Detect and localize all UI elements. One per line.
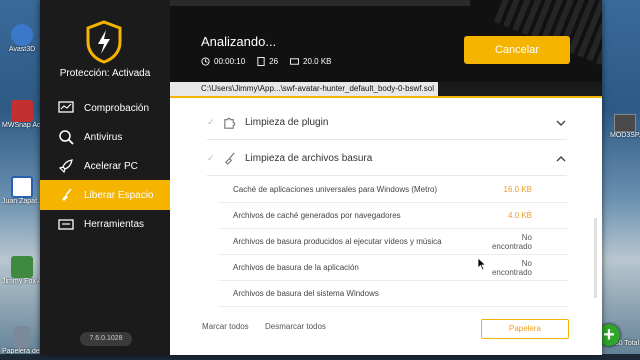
storage-icon <box>290 58 300 65</box>
version-badge: 7.6.0.1028 <box>80 332 132 346</box>
scan-header: Analizando... 00:00:10 26 20.0 KB Cancel… <box>170 0 602 98</box>
item-value: 4.0 KB <box>507 211 532 220</box>
desktop-icon-label: MOD3SP... <box>610 132 640 139</box>
sidebar-item-label: Comprobación <box>84 102 150 114</box>
desktop-icon-word-doc[interactable]: Juan Zapat... <box>2 176 42 206</box>
desktop-icon-label: MWSnap Acceso dir... <box>2 122 42 129</box>
file-count: 26 <box>257 57 278 66</box>
item-value: No encontrado <box>491 258 532 277</box>
recycle-bin-icon <box>14 326 30 348</box>
mouse-cursor-icon <box>477 257 487 271</box>
elapsed-time-value: 00:00:10 <box>214 57 246 66</box>
user-shortcut-icon <box>11 256 33 278</box>
monitor-chart-icon <box>56 98 76 118</box>
search-icon <box>56 127 76 147</box>
desktop-icon-avast3d[interactable]: Avast3D <box>2 24 42 54</box>
item-label: Archivos de basura de la aplicación <box>233 263 359 272</box>
sidebar-item-antivirus[interactable]: Antivirus <box>40 122 170 152</box>
toolbox-icon <box>56 214 76 234</box>
scan-title: Analizando... <box>201 34 277 49</box>
app-window: Protección: Activada Comprobación Antivi… <box>40 0 602 355</box>
sidebar-item-label: Liberar Espacio <box>84 189 154 201</box>
chevron-down-icon[interactable] <box>555 117 567 129</box>
list-item[interactable]: Archivos de basura del sistema Windows <box>218 281 568 307</box>
total-size: 20.0 KB <box>290 57 332 66</box>
elapsed-time: 00:00:10 <box>201 57 245 66</box>
checkmark-icon[interactable]: ✓ <box>207 153 221 164</box>
desktop-icon-jimmyfox[interactable]: Jimmy Fox Acceso dir... <box>2 256 42 286</box>
results-panel: ✓ Limpieza de plugin ✓ Limpieza de archi… <box>170 98 602 355</box>
item-label: Caché de aplicaciones universales para W… <box>233 185 438 194</box>
header-top-strip <box>170 0 470 6</box>
file-icon <box>257 57 265 66</box>
puzzle-icon <box>221 115 237 131</box>
word-document-icon <box>11 176 33 198</box>
scan-stats: 00:00:10 26 20.0 KB <box>201 57 344 66</box>
desktop-icon-label: Juan Zapat... <box>2 198 42 205</box>
broom-icon <box>56 185 76 205</box>
list-item[interactable]: Archivos de basura de la aplicación No e… <box>218 255 568 281</box>
section-plugin-cleanup[interactable]: ✓ Limpieza de plugin <box>207 106 567 140</box>
recycle-bin-button[interactable]: Papelera <box>481 319 569 339</box>
section-title: Limpieza de plugin <box>245 117 329 128</box>
sidebar: Protección: Activada Comprobación Antivi… <box>40 0 170 355</box>
desktop-icon-label: Avast3D <box>8 46 36 53</box>
list-item[interactable]: Archivos de basura producidos al ejecuta… <box>218 229 568 255</box>
list-item[interactable]: Archivos de caché generados por navegado… <box>218 203 568 229</box>
broom-icon <box>221 151 237 167</box>
desktop-icon-recycle-bin[interactable]: Papelera de reciclaje <box>2 326 42 356</box>
sidebar-item-herramientas[interactable]: Herramientas <box>40 209 170 239</box>
item-label: Archivos de basura producidos al ejecuta… <box>233 237 442 246</box>
avast3d-icon <box>11 24 33 46</box>
camera-icon <box>11 100 33 122</box>
shield-bolt-icon <box>86 20 122 64</box>
select-all-link[interactable]: Marcar todos <box>202 322 249 331</box>
sidebar-item-label: Herramientas <box>84 218 145 230</box>
section-title: Limpieza de archivos basura <box>245 153 373 164</box>
scrollbar[interactable] <box>594 218 597 298</box>
sidebar-item-liberar-espacio[interactable]: Liberar Espacio <box>40 180 170 210</box>
checkmark-icon[interactable]: ✓ <box>207 117 221 128</box>
protection-status: Protección: Activada <box>59 68 151 79</box>
sidebar-item-acelerar-pc[interactable]: Acelerar PC <box>40 151 170 181</box>
item-value: 16.0 KB <box>503 185 532 194</box>
sidebar-item-label: Acelerar PC <box>84 160 138 172</box>
sidebar-item-comprobacion[interactable]: Comprobación <box>40 93 170 123</box>
folder-icon <box>614 114 636 132</box>
section-junk-files-cleanup[interactable]: ✓ Limpieza de archivos basura <box>207 142 567 176</box>
item-label: Archivos de caché generados por navegado… <box>233 211 401 220</box>
chevron-up-icon[interactable] <box>555 153 567 165</box>
desktop-icon-mwsnap[interactable]: MWSnap Acceso dir... <box>2 100 42 130</box>
item-label: Archivos de basura del sistema Windows <box>233 289 379 298</box>
desktop-icon-mod3sp[interactable]: MOD3SP... <box>610 114 640 139</box>
main-panel: Analizando... 00:00:10 26 20.0 KB Cancel… <box>170 0 602 355</box>
list-item[interactable]: Caché de aplicaciones universales para W… <box>218 177 568 203</box>
sidebar-nav: Comprobación Antivirus Acelerar PC Liber… <box>40 93 170 238</box>
deselect-all-link[interactable]: Desmarcar todos <box>265 322 326 331</box>
file-count-value: 26 <box>269 57 279 66</box>
rocket-icon <box>56 156 76 176</box>
item-value: No encontrado <box>491 232 532 251</box>
sidebar-item-label: Antivirus <box>84 131 123 143</box>
scan-progress-bar: C:\Users\Jimmy\App...\swf-avatar-hunter_… <box>170 82 602 96</box>
total-size-value: 20.0 KB <box>303 57 332 66</box>
desktop-icon-label: Jimmy Fox Acceso dir... <box>2 278 42 285</box>
current-file-path: C:\Users\Jimmy\App...\swf-avatar-hunter_… <box>201 84 434 93</box>
cancel-button[interactable]: Cancelar <box>464 36 570 64</box>
clock-icon <box>201 57 210 66</box>
